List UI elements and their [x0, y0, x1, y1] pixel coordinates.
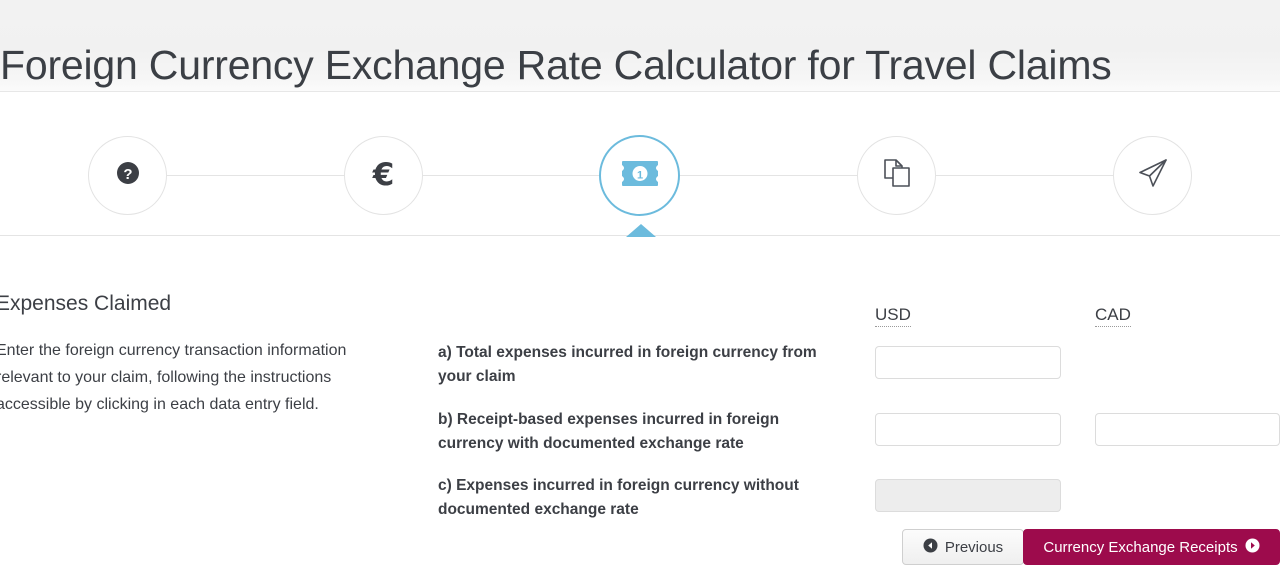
section-heading: Expenses Claimed	[0, 292, 172, 315]
next-button-label: Currency Exchange Receipts	[1043, 538, 1238, 556]
arrow-circle-left-icon	[923, 538, 938, 557]
intro-column: Expenses Claimed Enter the foreign curre…	[0, 291, 396, 418]
expenses-form: USD CAD a) Total expenses incurred in fo…	[437, 237, 1280, 569]
form-row-b-label: b) Receipt-based expenses incurred in fo…	[438, 411, 780, 452]
stepper-step-3-expenses[interactable]: 1	[599, 135, 680, 216]
svg-text:1: 1	[636, 169, 642, 181]
stepper-step-4-receipts[interactable]	[857, 136, 936, 215]
currency-column-headers: USD CAD	[437, 305, 1280, 327]
column-header-cad[interactable]: CAD	[1095, 305, 1131, 327]
currency-exchange-receipts-button[interactable]: Currency Exchange Receipts	[1023, 529, 1280, 565]
page-root: Foreign Currency Exchange Rate Calculato…	[0, 0, 1280, 569]
row-b-usd-input[interactable]	[875, 413, 1061, 446]
row-c-usd-input	[875, 479, 1061, 512]
header-bar: Foreign Currency Exchange Rate Calculato…	[0, 0, 1280, 92]
row-a-usd-input[interactable]	[875, 346, 1061, 379]
form-button-bar: Previous Currency Exchange Receipts	[437, 529, 1280, 565]
paper-plane-send-icon	[1136, 156, 1170, 195]
stepper-step-2-currency[interactable]: €	[344, 136, 423, 215]
column-header-usd[interactable]: USD	[875, 305, 911, 327]
previous-button-label: Previous	[944, 538, 1004, 556]
copy-documents-icon	[880, 156, 914, 195]
form-row-c-label: c) Expenses incurred in foreign currency…	[438, 477, 799, 518]
progress-stepper: ? € 1	[0, 93, 1280, 236]
banknote-money-icon: 1	[621, 160, 658, 191]
page-title: Foreign Currency Exchange Rate Calculato…	[0, 42, 1112, 89]
active-step-pointer	[626, 224, 656, 237]
euro-sign-icon: €	[372, 157, 395, 193]
content-area: Expenses Claimed Enter the foreign curre…	[0, 237, 1280, 569]
row-b-cad-input[interactable]	[1095, 413, 1280, 446]
intro-paragraph: Enter the foreign currency transaction i…	[0, 342, 347, 413]
previous-button[interactable]: Previous	[902, 529, 1024, 565]
arrow-circle-right-icon	[1245, 538, 1260, 557]
stepper-step-1-help[interactable]: ?	[88, 136, 167, 215]
form-row-a-label: a) Total expenses incurred in foreign cu…	[438, 344, 817, 385]
stepper-step-5-submit[interactable]	[1113, 136, 1192, 215]
svg-text:?: ?	[123, 166, 132, 183]
question-mark-circle-icon: ?	[115, 160, 141, 191]
